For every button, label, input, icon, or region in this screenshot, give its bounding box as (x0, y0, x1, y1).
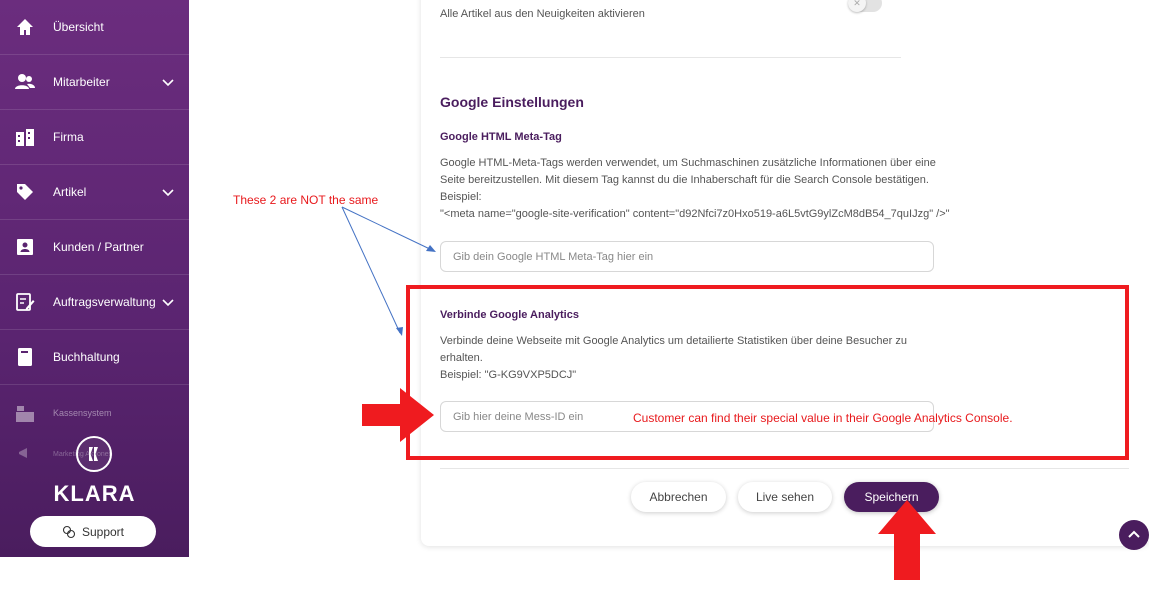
blue-arrow-to-analytics (341, 206, 403, 336)
page: Übersicht Mitarbeiter Firma Artikel Kund… (0, 0, 1149, 605)
red-arrow-right-icon (362, 388, 434, 442)
annotation-overlay (341, 206, 936, 580)
blue-arrow-to-meta-input (341, 206, 436, 252)
red-arrow-up-icon (878, 500, 936, 580)
